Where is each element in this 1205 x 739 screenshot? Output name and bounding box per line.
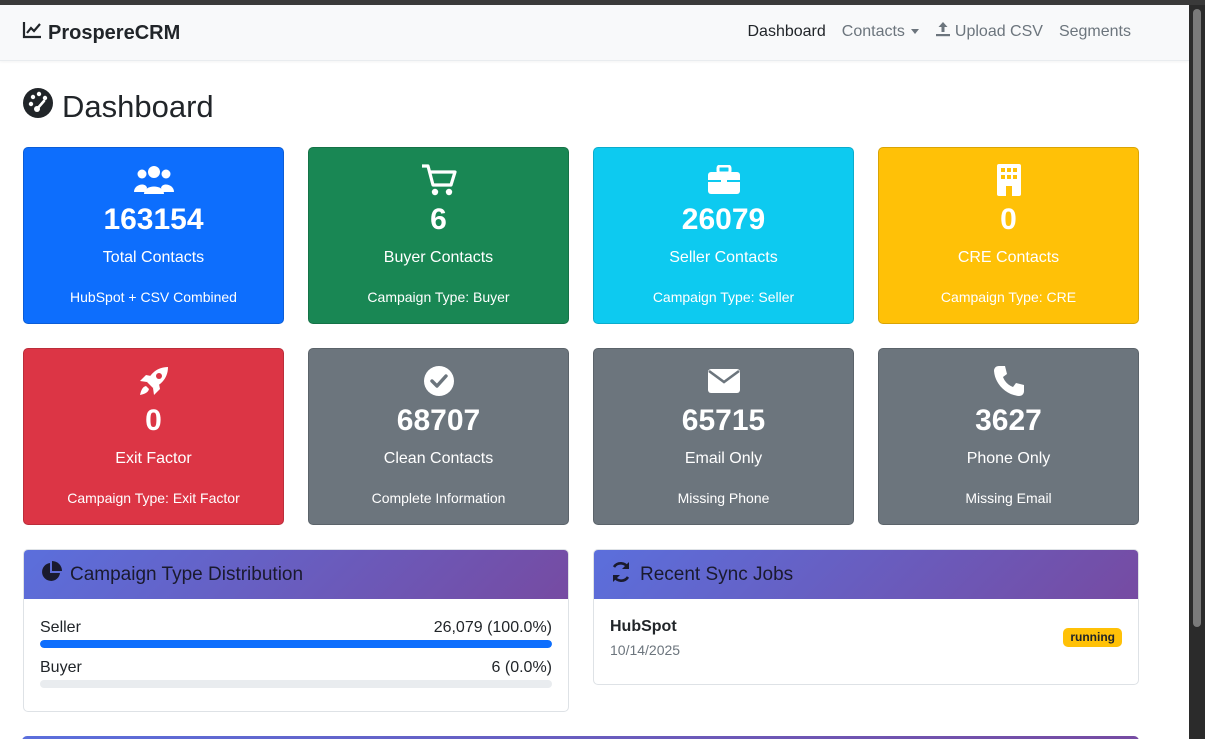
card-buyer-contacts: 6 Buyer Contacts Campaign Type: Buyer	[308, 147, 569, 324]
card-seller-contacts: 26079 Seller Contacts Campaign Type: Sel…	[593, 147, 854, 324]
card-phone-only: 3627 Phone Only Missing Email	[878, 348, 1139, 525]
card-label: Exit Factor	[115, 450, 192, 467]
distribution-row: Buyer 6 (0.0%)	[40, 658, 552, 688]
page-title-text: Dashboard	[62, 89, 214, 124]
card-subtitle: HubSpot + CSV Combined	[70, 289, 237, 305]
users-icon	[24, 162, 283, 198]
distribution-count: 26,079 (100.0%)	[433, 619, 552, 636]
card-subtitle: Missing Email	[965, 490, 1052, 506]
nav-dashboard[interactable]: Dashboard	[747, 23, 825, 41]
card-subtitle: Campaign Type: CRE	[940, 289, 1077, 305]
card-label: Clean Contacts	[383, 450, 494, 467]
status-badge: running	[1063, 628, 1122, 647]
nav-contacts-dropdown[interactable]: Contacts	[842, 23, 919, 41]
check-circle-icon	[309, 363, 568, 399]
caret-down-icon	[910, 29, 919, 34]
page-title: Dashboard	[22, 87, 214, 127]
rocket-icon	[24, 363, 283, 399]
card-label: Buyer Contacts	[383, 249, 494, 266]
card-exit-factor: 0 Exit Factor Campaign Type: Exit Factor	[23, 348, 284, 525]
navbar: ProspereCRM Dashboard Contacts Upload CS…	[0, 5, 1189, 61]
scrollbar-thumb[interactable]	[1193, 9, 1201, 627]
distribution-name: Seller	[40, 619, 81, 636]
card-value: 0	[1000, 203, 1017, 236]
progress-fill	[40, 640, 552, 648]
brand-name: ProspereCRM	[48, 21, 181, 44]
brand-link[interactable]: ProspereCRM	[22, 21, 180, 45]
card-value: 6	[430, 203, 447, 236]
card-subtitle: Missing Phone	[677, 490, 770, 506]
pie-chart-icon	[40, 560, 62, 589]
upload-icon	[935, 21, 951, 42]
nav-segments-label: Segments	[1058, 22, 1131, 40]
card-clean-contacts: 68707 Clean Contacts Complete Informatio…	[308, 348, 569, 525]
envelope-icon	[594, 363, 853, 399]
page-viewport: ProspereCRM Dashboard Contacts Upload CS…	[0, 5, 1189, 739]
card-subtitle: Campaign Type: Exit Factor	[67, 490, 240, 506]
nav-contacts-label: Contacts	[841, 22, 905, 40]
card-subtitle: Complete Information	[371, 490, 506, 506]
card-subtitle: Campaign Type: Buyer	[367, 289, 510, 305]
distribution-name: Buyer	[40, 659, 82, 676]
nav-segments[interactable]: Segments	[1059, 23, 1131, 41]
cart-icon	[309, 162, 568, 198]
nav-upload-csv[interactable]: Upload CSV	[935, 21, 1043, 42]
card-label: Total Contacts	[102, 249, 205, 266]
sync-job-date: 10/14/2025	[610, 642, 681, 658]
card-value: 65715	[681, 404, 766, 437]
chart-line-icon	[22, 21, 42, 45]
panel-header: Campaign Type Distribution	[24, 550, 568, 599]
nav-upload-label: Upload CSV	[954, 22, 1043, 40]
nav-dashboard-label: Dashboard	[747, 22, 826, 40]
card-label: CRE Contacts	[957, 249, 1060, 266]
card-value: 0	[145, 404, 162, 437]
panel-header: Recent Sync Jobs	[594, 550, 1138, 599]
recent-sync-jobs-panel: Recent Sync Jobs HubSpot 10/14/2025 runn…	[593, 549, 1139, 685]
briefcase-icon	[594, 162, 853, 198]
card-subtitle: Campaign Type: Seller	[652, 289, 795, 305]
card-value: 26079	[681, 203, 766, 236]
card-email-only: 65715 Email Only Missing Phone	[593, 348, 854, 525]
campaign-distribution-panel: Campaign Type Distribution Seller 26,079…	[23, 549, 569, 712]
scrollbar[interactable]	[1189, 5, 1205, 739]
distribution-count: 6 (0.0%)	[491, 659, 552, 676]
card-label: Email Only	[684, 450, 763, 467]
building-icon	[879, 162, 1138, 198]
sync-job-name: HubSpot	[610, 618, 677, 635]
phone-icon	[879, 363, 1138, 399]
card-value: 3627	[975, 404, 1042, 437]
distribution-row: Seller 26,079 (100.0%)	[40, 618, 552, 648]
card-value: 163154	[103, 203, 204, 236]
card-label: Phone Only	[966, 450, 1051, 467]
panel-title: Recent Sync Jobs	[640, 563, 794, 585]
card-label: Seller Contacts	[669, 249, 778, 266]
progress-track	[40, 640, 552, 648]
gauge-icon	[22, 87, 54, 127]
card-total-contacts: 163154 Total Contacts HubSpot + CSV Comb…	[23, 147, 284, 324]
panel-title: Campaign Type Distribution	[70, 563, 304, 585]
refresh-icon	[610, 561, 632, 589]
progress-track	[40, 680, 552, 688]
card-value: 68707	[396, 404, 481, 437]
card-cre-contacts: 0 CRE Contacts Campaign Type: CRE	[878, 147, 1139, 324]
